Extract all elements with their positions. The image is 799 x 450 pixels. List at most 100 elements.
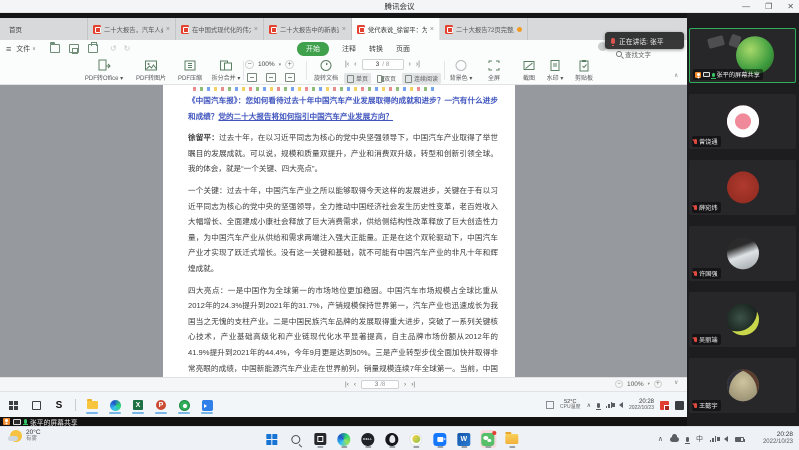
shared-start-button[interactable] — [6, 396, 20, 414]
crop-icon[interactable] — [285, 73, 295, 82]
shared-meeting-app-button[interactable] — [200, 396, 214, 414]
zoom-out-button[interactable]: − — [245, 60, 254, 69]
open-folder-icon[interactable] — [50, 44, 60, 53]
minimize-button[interactable]: — — [742, 0, 750, 13]
tab-close-icon[interactable]: × — [254, 26, 258, 33]
tab-doc-2[interactable]: 在中国式现代化的伟大进.. × — [176, 18, 264, 40]
background-color-button[interactable]: 背景色 ▾ — [444, 59, 478, 82]
pdf-compress-button[interactable]: PDF压缩 — [172, 59, 208, 82]
single-page-mode-button[interactable]: 单页 — [344, 73, 371, 84]
shared-excel-button[interactable]: X — [131, 396, 145, 414]
ribbon-tab-annotate[interactable]: 注释 — [342, 44, 356, 54]
cpu-temp-widget[interactable]: 52°C CPU温度 — [560, 400, 581, 411]
participant-tile[interactable]: 王懿宇 — [689, 358, 796, 413]
host-clock[interactable]: 20:28 2022/10/23 — [763, 431, 793, 446]
ribbon-tab-start[interactable]: 开始 — [297, 42, 329, 56]
clipboard-button[interactable]: 剪贴板 — [568, 59, 600, 82]
double-page-mode-button[interactable]: 双页 — [374, 73, 399, 84]
undo-icon[interactable]: ↺ — [110, 44, 117, 53]
action-center-icon[interactable] — [675, 401, 684, 410]
fit-width-icon[interactable] — [247, 73, 257, 82]
tray-expand-icon[interactable]: ∧ — [587, 402, 591, 409]
footer-collapse-icon[interactable]: ∨ — [674, 379, 678, 386]
host-music-button[interactable] — [408, 430, 424, 448]
ribbon-collapse-icon[interactable]: ∧ — [674, 72, 678, 79]
host-start-button[interactable] — [264, 430, 280, 448]
footer-prev-page-button[interactable]: ‹ — [354, 381, 356, 388]
redo-icon[interactable]: ↻ — [124, 44, 131, 53]
continuous-mode-button[interactable]: 连续阅读 — [402, 73, 441, 84]
widget-icon[interactable] — [546, 401, 554, 409]
host-edge-button[interactable] — [336, 430, 352, 448]
shared-edge-button[interactable] — [108, 396, 122, 414]
save-icon[interactable] — [69, 44, 79, 53]
participant-tile[interactable]: 许国强 — [689, 226, 796, 281]
screenshot-button[interactable]: 截图 — [514, 59, 544, 82]
participant-tile[interactable]: 薛宛炜 — [689, 160, 796, 215]
pdf-to-office-button[interactable]: PDF转Office ▾ — [76, 59, 132, 82]
host-wechat-button[interactable] — [480, 430, 496, 448]
hamburger-menu-icon[interactable]: ≡ — [6, 44, 11, 54]
footer-zoom-out-button[interactable]: − — [615, 380, 623, 388]
host-meeting-button[interactable] — [432, 430, 448, 448]
tab-home[interactable]: 首页 — [0, 18, 88, 40]
next-page-button[interactable]: › — [409, 61, 411, 68]
tab-close-icon[interactable]: × — [342, 26, 346, 33]
host-dell-button[interactable]: DELL — [360, 430, 376, 448]
speaker-icon[interactable] — [724, 436, 728, 442]
tab-doc-1[interactable]: 二十大报告，汽车人必读.. × — [88, 18, 176, 40]
footer-page-input[interactable]: 3 /8 — [361, 380, 399, 389]
footer-last-page-button[interactable]: ›| — [411, 381, 415, 388]
footer-zoom-level[interactable]: 100% — [627, 381, 644, 388]
tab-doc-4-active[interactable]: 党代表说_徐留平：为建.. × — [352, 18, 440, 40]
battery-icon[interactable] — [735, 437, 744, 442]
print-icon[interactable] — [88, 44, 98, 53]
weather-widget[interactable]: 20°C 有雾 — [10, 429, 41, 443]
host-alienware-button[interactable] — [384, 430, 400, 448]
shared-file-explorer-button[interactable] — [85, 396, 99, 414]
shared-powerpoint-button[interactable]: P — [154, 396, 168, 414]
tab-close-icon[interactable]: × — [166, 26, 170, 33]
shared-task-view-button[interactable] — [29, 396, 43, 414]
close-button[interactable]: ✕ — [787, 0, 794, 13]
tab-doc-3[interactable]: 二十大报告中的新表述新.. × — [264, 18, 352, 40]
pdf-to-image-button[interactable]: PDF转图片 — [130, 59, 172, 82]
footer-next-page-button[interactable]: › — [404, 381, 406, 388]
split-merge-button[interactable]: 拆分合并 ▾ — [206, 59, 246, 82]
notification-badge-icon[interactable] — [660, 401, 669, 410]
fit-page-icon[interactable] — [266, 73, 276, 82]
zoom-level[interactable]: 100% — [258, 61, 275, 68]
cloud-icon[interactable] — [670, 437, 679, 442]
page-number-input[interactable]: 3 / 8 — [362, 59, 404, 70]
tray-mic-icon[interactable] — [686, 437, 689, 442]
watermark-button[interactable]: 水印 ▾ — [542, 59, 568, 82]
host-word-button[interactable]: W — [456, 430, 472, 448]
participant-tile[interactable]: 吴丽端 — [689, 292, 796, 347]
participant-tile[interactable]: 曾饶通 — [689, 94, 796, 149]
find-text-button[interactable]: 查找文字 — [616, 49, 651, 59]
host-file-explorer-button[interactable] — [504, 430, 520, 448]
ribbon-tab-page[interactable]: 页面 — [396, 44, 410, 54]
zoom-in-button[interactable]: + — [285, 60, 294, 69]
host-photos-button[interactable] — [312, 430, 328, 448]
document-area[interactable]: 《中国汽车报》：您如何看待过去十年中国汽车产业发展取得的成就和进步？一汽有什么进… — [0, 85, 687, 377]
prev-page-button[interactable]: ‹ — [354, 61, 356, 68]
shared-green-app-button[interactable] — [177, 396, 191, 414]
last-page-button[interactable]: ›| — [416, 61, 420, 68]
host-search-button[interactable] — [288, 430, 304, 448]
ime-indicator[interactable]: 中 — [696, 434, 703, 444]
footer-zoom-in-button[interactable]: + — [654, 380, 662, 388]
tab-doc-5[interactable]: 二十大报告72页完整版全.. — [440, 18, 528, 40]
tray-speaker-icon[interactable] — [619, 402, 623, 408]
file-menu[interactable]: 文件 — [16, 44, 30, 54]
footer-first-page-button[interactable]: |‹ — [345, 381, 349, 388]
ribbon-tab-convert[interactable]: 转换 — [369, 44, 383, 54]
rotate-document-button[interactable]: 旋转文档 — [310, 59, 342, 82]
tray-mic-icon[interactable] — [597, 403, 600, 408]
fullscreen-button[interactable]: 全屏 — [480, 59, 508, 82]
tray-expand-icon[interactable]: ∧ — [658, 435, 663, 443]
participant-tile-sharer[interactable]: 张平的屏幕共享 — [689, 28, 796, 83]
wifi-icon[interactable] — [710, 436, 717, 442]
shared-clock[interactable]: 20:28 2022/10/23 — [629, 399, 654, 411]
first-page-button[interactable]: |‹ — [345, 61, 349, 68]
